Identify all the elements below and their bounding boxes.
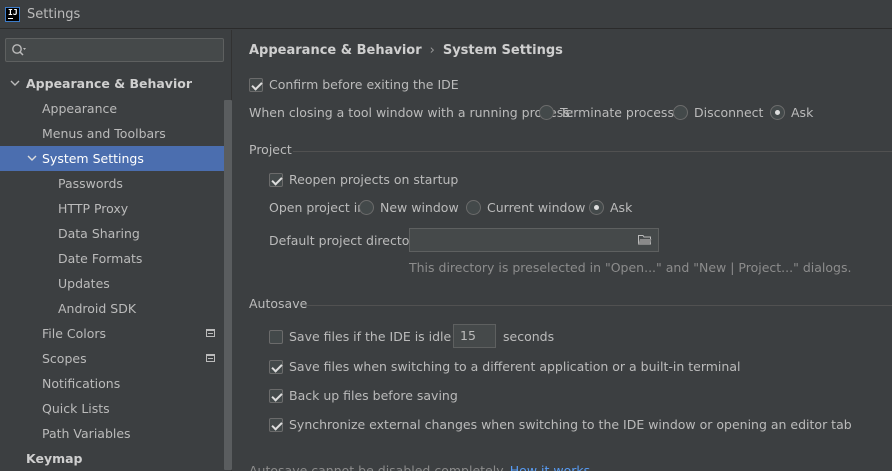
tree-item-label: Updates: [58, 276, 110, 291]
current-window-label[interactable]: Current window: [487, 200, 585, 215]
settings-tree: Appearance & Behavior Appearance Menus a…: [0, 71, 232, 471]
ask-open-radio[interactable]: [589, 200, 604, 215]
terminate-process-radio[interactable]: [539, 105, 554, 120]
tree-item-label: Quick Lists: [42, 401, 110, 416]
settings-content: Appearance & Behavior › System Settings Co…: [233, 30, 892, 471]
search-input[interactable]: [5, 38, 224, 62]
folder-icon[interactable]: [638, 234, 652, 245]
open-project-in-label: Open project in: [269, 200, 366, 215]
terminate-process-label[interactable]: Terminate process: [560, 105, 674, 120]
save-idle-checkbox[interactable]: [269, 330, 283, 344]
sidebar-scrollbar[interactable]: [224, 100, 232, 470]
section-divider: [293, 151, 892, 152]
backup-files-checkbox[interactable]: [269, 389, 283, 403]
new-window-radio[interactable]: [359, 200, 374, 215]
breadcrumb: Appearance & Behavior › System Settings: [249, 43, 563, 58]
tree-item-label: Notifications: [42, 376, 121, 391]
autosave-section-title: Autosave: [249, 296, 308, 311]
tree-item-updates[interactable]: Updates: [0, 271, 232, 296]
default-project-directory-field[interactable]: [409, 228, 659, 252]
tree-item-label: HTTP Proxy: [58, 201, 129, 216]
intellij-logo-icon: IJ: [5, 6, 20, 22]
sync-external-checkbox[interactable]: [269, 418, 283, 432]
tree-item-label: File Colors: [42, 326, 107, 341]
tree-item-android-sdk[interactable]: Android SDK: [0, 296, 232, 321]
confirm-exit-label[interactable]: Confirm before exiting the IDE: [269, 77, 459, 92]
window-title: Settings: [27, 6, 81, 22]
tree-item-keymap[interactable]: Keymap: [0, 446, 232, 471]
tree-item-passwords[interactable]: Passwords: [0, 171, 232, 196]
settings-sidebar: Appearance & Behavior Appearance Menus a…: [0, 30, 232, 471]
current-window-radio[interactable]: [466, 200, 481, 215]
reopen-projects-label[interactable]: Reopen projects on startup: [289, 172, 458, 187]
tree-item-label: Data Sharing: [58, 226, 140, 241]
tree-item-date-formats[interactable]: Date Formats: [0, 246, 232, 271]
tree-item-appearance-behavior[interactable]: Appearance & Behavior: [0, 71, 232, 96]
tree-item-scopes[interactable]: Scopes: [0, 346, 232, 371]
tree-item-label: Appearance & Behavior: [26, 76, 192, 91]
breadcrumb-parent[interactable]: Appearance & Behavior: [249, 43, 422, 58]
directory-hint: This directory is preselected in "Open..…: [409, 260, 852, 275]
tree-item-label: Passwords: [58, 176, 123, 191]
chevron-down-icon: [10, 80, 20, 86]
tree-item-label: Appearance: [42, 101, 118, 116]
tree-item-path-variables[interactable]: Path Variables: [0, 421, 232, 446]
project-section-title: Project: [249, 142, 292, 157]
closing-tool-window-label: When closing a tool window with a runnin…: [249, 105, 574, 120]
tree-item-system-settings[interactable]: System Settings: [0, 146, 232, 171]
backup-files-label[interactable]: Back up files before saving: [289, 388, 458, 403]
reopen-projects-checkbox[interactable]: [269, 173, 283, 187]
ask-closing-label[interactable]: Ask: [791, 105, 813, 120]
tree-item-quick-lists[interactable]: Quick Lists: [0, 396, 232, 421]
default-project-directory-label: Default project directory:: [269, 233, 426, 248]
sync-external-label[interactable]: Synchronize external changes when switch…: [289, 417, 852, 432]
disconnect-label[interactable]: Disconnect: [694, 105, 763, 120]
title-bar: IJ Settings: [0, 0, 892, 29]
tree-item-menus-toolbars[interactable]: Menus and Toolbars: [0, 121, 232, 146]
idle-seconds-unit: seconds: [503, 329, 555, 344]
tree-item-label: Path Variables: [42, 426, 131, 441]
breadcrumb-separator-icon: ›: [429, 43, 435, 58]
save-idle-label[interactable]: Save files if the IDE is idle for: [289, 329, 472, 344]
tree-item-notifications[interactable]: Notifications: [0, 371, 232, 396]
idle-seconds-input[interactable]: 15: [453, 324, 496, 348]
tree-item-label: Scopes: [42, 351, 87, 366]
new-window-label[interactable]: New window: [380, 200, 459, 215]
tree-item-http-proxy[interactable]: HTTP Proxy: [0, 196, 232, 221]
section-divider: [305, 305, 892, 306]
disconnect-radio[interactable]: [673, 105, 688, 120]
breadcrumb-current: System Settings: [442, 43, 563, 58]
ask-open-label[interactable]: Ask: [610, 200, 632, 215]
tree-item-label: Keymap: [26, 451, 83, 466]
autosave-note-text: Autosave cannot be disabled completely.: [249, 463, 506, 471]
autosave-note: Autosave cannot be disabled completely. …: [249, 463, 590, 471]
tree-item-appearance[interactable]: Appearance: [0, 96, 232, 121]
ask-closing-radio[interactable]: [770, 105, 785, 120]
idle-seconds-value: 15: [460, 328, 476, 343]
chevron-down-icon: [27, 155, 37, 161]
project-level-icon: [206, 354, 215, 362]
tree-item-label: System Settings: [42, 151, 144, 166]
tree-item-label: Date Formats: [58, 251, 143, 266]
how-it-works-link[interactable]: How it works: [510, 463, 590, 471]
save-on-switch-label[interactable]: Save files when switching to a different…: [289, 359, 740, 374]
tree-item-file-colors[interactable]: File Colors: [0, 321, 232, 346]
confirm-exit-checkbox[interactable]: [249, 78, 263, 92]
project-level-icon: [206, 329, 215, 337]
tree-item-label: Android SDK: [58, 301, 137, 316]
save-on-switch-checkbox[interactable]: [269, 360, 283, 374]
search-icon: [12, 44, 26, 56]
tree-item-label: Menus and Toolbars: [42, 126, 166, 141]
logo-text: IJ: [8, 7, 18, 17]
tree-item-data-sharing[interactable]: Data Sharing: [0, 221, 232, 246]
